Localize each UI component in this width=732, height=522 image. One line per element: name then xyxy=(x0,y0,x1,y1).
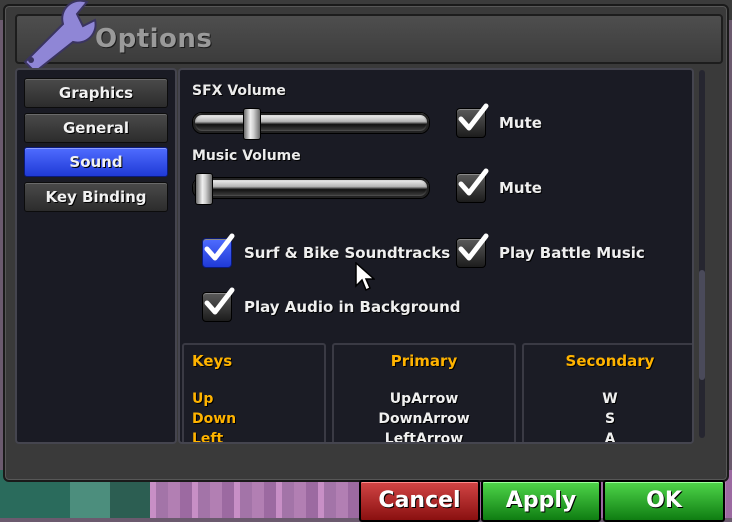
play-audio-background-checkbox[interactable] xyxy=(202,287,235,322)
sfx-mute-checkbox[interactable] xyxy=(456,103,489,138)
music-volume-label: Music Volume xyxy=(192,148,301,164)
kb-secondary-header: Secondary xyxy=(565,352,655,370)
tab-key-binding[interactable]: Key Binding xyxy=(24,182,168,212)
cancel-button[interactable]: Cancel xyxy=(359,480,480,522)
sound-settings-panel: SFX Volume Mute Music Volume Mute Surf &… xyxy=(178,68,694,444)
tab-sound[interactable]: Sound xyxy=(24,147,168,177)
title-bar[interactable]: Options xyxy=(15,0,723,70)
scrollbar-thumb[interactable] xyxy=(699,270,705,380)
music-volume-knob[interactable] xyxy=(195,173,213,205)
kb-primary-up[interactable]: UpArrow xyxy=(334,391,514,407)
options-sidebar: Graphics General Sound Key Binding xyxy=(15,68,177,444)
kb-secondary-up[interactable]: W xyxy=(524,391,692,407)
sfx-mute-label: Mute xyxy=(499,114,542,132)
music-volume-slider[interactable] xyxy=(192,173,430,205)
kb-keys-column: Keys Up Down Left xyxy=(182,343,326,444)
kb-key-up: Up xyxy=(192,391,214,407)
kb-secondary-left[interactable]: A xyxy=(524,431,692,442)
play-battle-music-label: Play Battle Music xyxy=(499,244,645,262)
window-title: Options xyxy=(95,24,213,54)
mouse-pointer-icon xyxy=(355,262,375,292)
kb-primary-down[interactable]: DownArrow xyxy=(334,411,514,427)
music-mute-checkbox[interactable] xyxy=(456,168,489,203)
kb-primary-header: Primary xyxy=(390,352,458,370)
kb-primary-column: Primary UpArrow DownArrow LeftArrow xyxy=(332,343,516,442)
checkmark-icon xyxy=(458,233,489,261)
checkmark-icon xyxy=(204,233,235,261)
checkmark-icon xyxy=(458,168,489,196)
checkmark-icon xyxy=(458,103,489,131)
tab-general[interactable]: General xyxy=(24,113,168,143)
music-mute-label: Mute xyxy=(499,179,542,197)
sfx-volume-knob[interactable] xyxy=(242,108,261,140)
kb-key-down: Down xyxy=(192,411,237,427)
kb-primary-left[interactable]: LeftArrow xyxy=(334,431,514,442)
checkmark-icon xyxy=(204,287,235,315)
play-battle-music-checkbox[interactable] xyxy=(456,233,489,268)
sfx-volume-slider[interactable] xyxy=(192,108,430,140)
content-scrollbar[interactable] xyxy=(699,70,705,438)
play-audio-background-label: Play Audio in Background xyxy=(244,298,461,316)
kb-secondary-down[interactable]: S xyxy=(524,411,692,427)
kb-key-left: Left xyxy=(192,431,224,444)
wrench-icon xyxy=(23,0,97,70)
apply-button[interactable]: Apply xyxy=(481,480,601,522)
tab-graphics[interactable]: Graphics xyxy=(24,78,168,108)
sfx-volume-label: SFX Volume xyxy=(192,83,286,99)
surf-bike-soundtracks-label: Surf & Bike Soundtracks xyxy=(244,244,451,262)
ok-button[interactable]: OK xyxy=(603,480,725,522)
kb-keys-header: Keys xyxy=(192,352,233,370)
surf-bike-soundtracks-checkbox[interactable] xyxy=(202,233,235,268)
kb-secondary-column: Secondary W S A xyxy=(522,343,692,442)
